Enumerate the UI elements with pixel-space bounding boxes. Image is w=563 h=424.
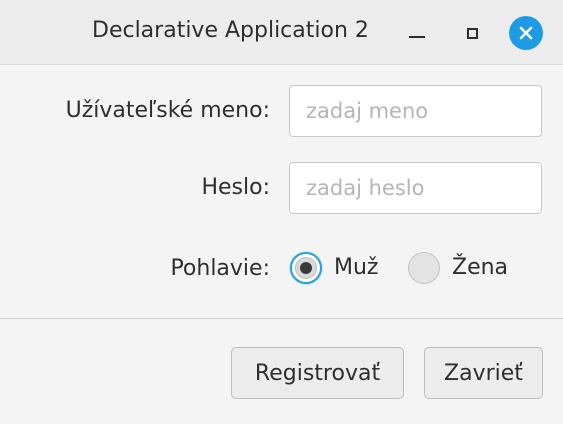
- radio-male-label[interactable]: Muž: [334, 255, 378, 280]
- window-title: Declarative Application 2: [92, 18, 369, 43]
- password-field[interactable]: [289, 162, 542, 214]
- username-field[interactable]: [289, 85, 542, 137]
- maximize-glyph: [466, 27, 478, 39]
- minimize-icon[interactable]: [400, 16, 434, 50]
- radio-male[interactable]: [290, 252, 322, 284]
- title-bar[interactable]: Declarative Application 2: [0, 0, 563, 65]
- application-window: Declarative Application 2 Užívateľské me…: [0, 0, 563, 424]
- close-icon[interactable]: [508, 15, 544, 51]
- close-button[interactable]: Zavrieť: [424, 347, 543, 399]
- maximize-icon[interactable]: [455, 16, 489, 50]
- minimize-glyph: [409, 36, 425, 38]
- radio-male-dot: [300, 262, 312, 274]
- username-label: Užívateľské meno:: [65, 98, 270, 123]
- radio-female[interactable]: [408, 252, 440, 284]
- gender-label: Pohlavie:: [170, 256, 270, 281]
- radio-male-fill: [295, 257, 317, 279]
- close-x-glyph: [519, 26, 533, 40]
- password-label: Heslo:: [201, 175, 270, 200]
- divider: [0, 318, 563, 319]
- register-button[interactable]: Registrovať: [231, 347, 404, 399]
- close-circle: [509, 16, 543, 50]
- radio-female-label[interactable]: Žena: [452, 255, 508, 280]
